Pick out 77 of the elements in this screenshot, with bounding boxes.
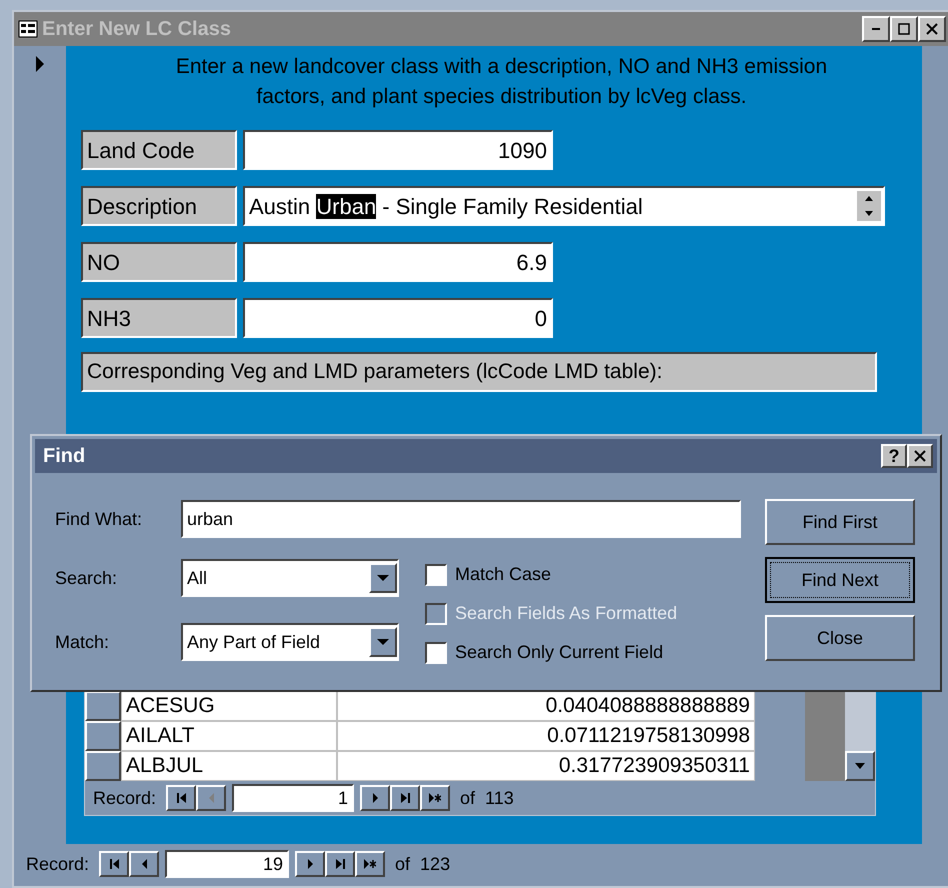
record-count: of 113 — [460, 786, 514, 810]
search-label: Search: — [55, 566, 118, 590]
first-record-icon — [110, 859, 119, 869]
field-label: NO — [81, 242, 237, 282]
next-record-icon — [308, 859, 313, 869]
record-label: Record: — [93, 786, 156, 810]
last-record-button[interactable] — [390, 785, 420, 811]
table-cell: AILALT — [121, 721, 337, 751]
help-button[interactable]: ? — [881, 444, 907, 468]
dialog-title: Find — [43, 444, 86, 469]
row-selector[interactable] — [85, 751, 121, 781]
prev-record-icon — [208, 793, 214, 803]
dropdown-arrow-icon — [376, 574, 390, 582]
new-record-button[interactable] — [420, 785, 450, 811]
close-icon — [926, 23, 938, 35]
first-record-button[interactable] — [166, 785, 196, 811]
checkbox-label: Search Only Current Field — [455, 641, 664, 664]
description-field[interactable]: Austin Urban - Single Family Residential — [243, 186, 885, 226]
last-record-icon — [336, 859, 345, 869]
table-cell: 0.0404088888888889 — [337, 691, 755, 721]
close-button[interactable] — [918, 16, 946, 42]
first-record-icon — [176, 793, 186, 803]
next-record-button[interactable] — [295, 851, 326, 877]
record-number-field[interactable]: 1 — [232, 784, 354, 812]
find-what-field[interactable]: urban — [181, 500, 741, 538]
first-record-button[interactable] — [99, 851, 130, 877]
scroll-down-icon — [854, 762, 866, 770]
table-cell: ACESUG — [121, 691, 337, 721]
maximize-icon — [898, 23, 910, 35]
new-record-button[interactable] — [355, 851, 386, 877]
number-field[interactable]: 1090 — [243, 130, 553, 170]
last-record-button[interactable] — [325, 851, 356, 877]
dialog-button[interactable]: Find First — [765, 499, 915, 545]
dropdown[interactable]: Any Part of Field — [181, 623, 399, 661]
checkbox-label: Match Case — [455, 563, 552, 586]
field-label: Land Code — [81, 130, 237, 170]
record-count: of 123 — [395, 852, 450, 876]
field-label: Description — [81, 186, 237, 226]
find-what-label: Find What: — [55, 508, 144, 530]
table-cell: 0.0711219758130998 — [337, 721, 755, 751]
match-label: Match: — [55, 630, 110, 654]
row-selector[interactable] — [85, 721, 121, 751]
window-title: Enter New LC Class — [42, 17, 232, 42]
form-icon — [18, 20, 38, 38]
prev-record-button[interactable] — [129, 851, 160, 877]
next-record-button[interactable] — [360, 785, 390, 811]
scrollbar[interactable] — [845, 691, 875, 781]
close-button[interactable] — [907, 444, 933, 468]
minimize-icon — [872, 28, 880, 30]
table-cell: ALBJUL — [121, 751, 337, 781]
field-label: NH3 — [81, 298, 237, 338]
description-text: Austin Urban - Single Family Residential — [249, 192, 643, 221]
next-record-icon — [372, 793, 378, 803]
minimize-button[interactable] — [862, 16, 890, 42]
dialog-button[interactable]: Find Next — [765, 557, 915, 603]
maximize-button[interactable] — [890, 16, 918, 42]
new-record-icon — [429, 793, 442, 803]
subform-title: Corresponding Veg and LMD parameters (lcCode LMD table): — [81, 352, 877, 392]
prev-record-icon — [142, 859, 147, 869]
new-record-icon — [364, 859, 376, 869]
instructions-text: Enter a new landcover class with a description, NO and NH3 emission factors, and plant species distribution by lcVeg class. — [174, 54, 828, 110]
row-selector[interactable] — [85, 691, 121, 721]
close-icon — [914, 450, 926, 462]
current-record-icon — [33, 54, 47, 74]
record-label: Record: — [26, 852, 90, 876]
last-record-icon — [400, 793, 410, 803]
table-cell: 0.317723909350311 — [337, 751, 755, 781]
dropdown-arrow-icon — [376, 638, 390, 646]
dialog-button[interactable]: Close — [765, 615, 915, 661]
record-number-field[interactable]: 19 — [165, 850, 290, 878]
checkbox-label: Search Fields As Formatted — [455, 602, 678, 625]
number-field[interactable]: 6.9 — [243, 242, 553, 282]
dropdown[interactable]: All — [181, 559, 399, 597]
number-field[interactable]: 0 — [243, 298, 553, 338]
spin-buttons[interactable] — [857, 191, 881, 221]
checkbox[interactable] — [425, 642, 447, 664]
checkbox[interactable] — [425, 564, 447, 586]
